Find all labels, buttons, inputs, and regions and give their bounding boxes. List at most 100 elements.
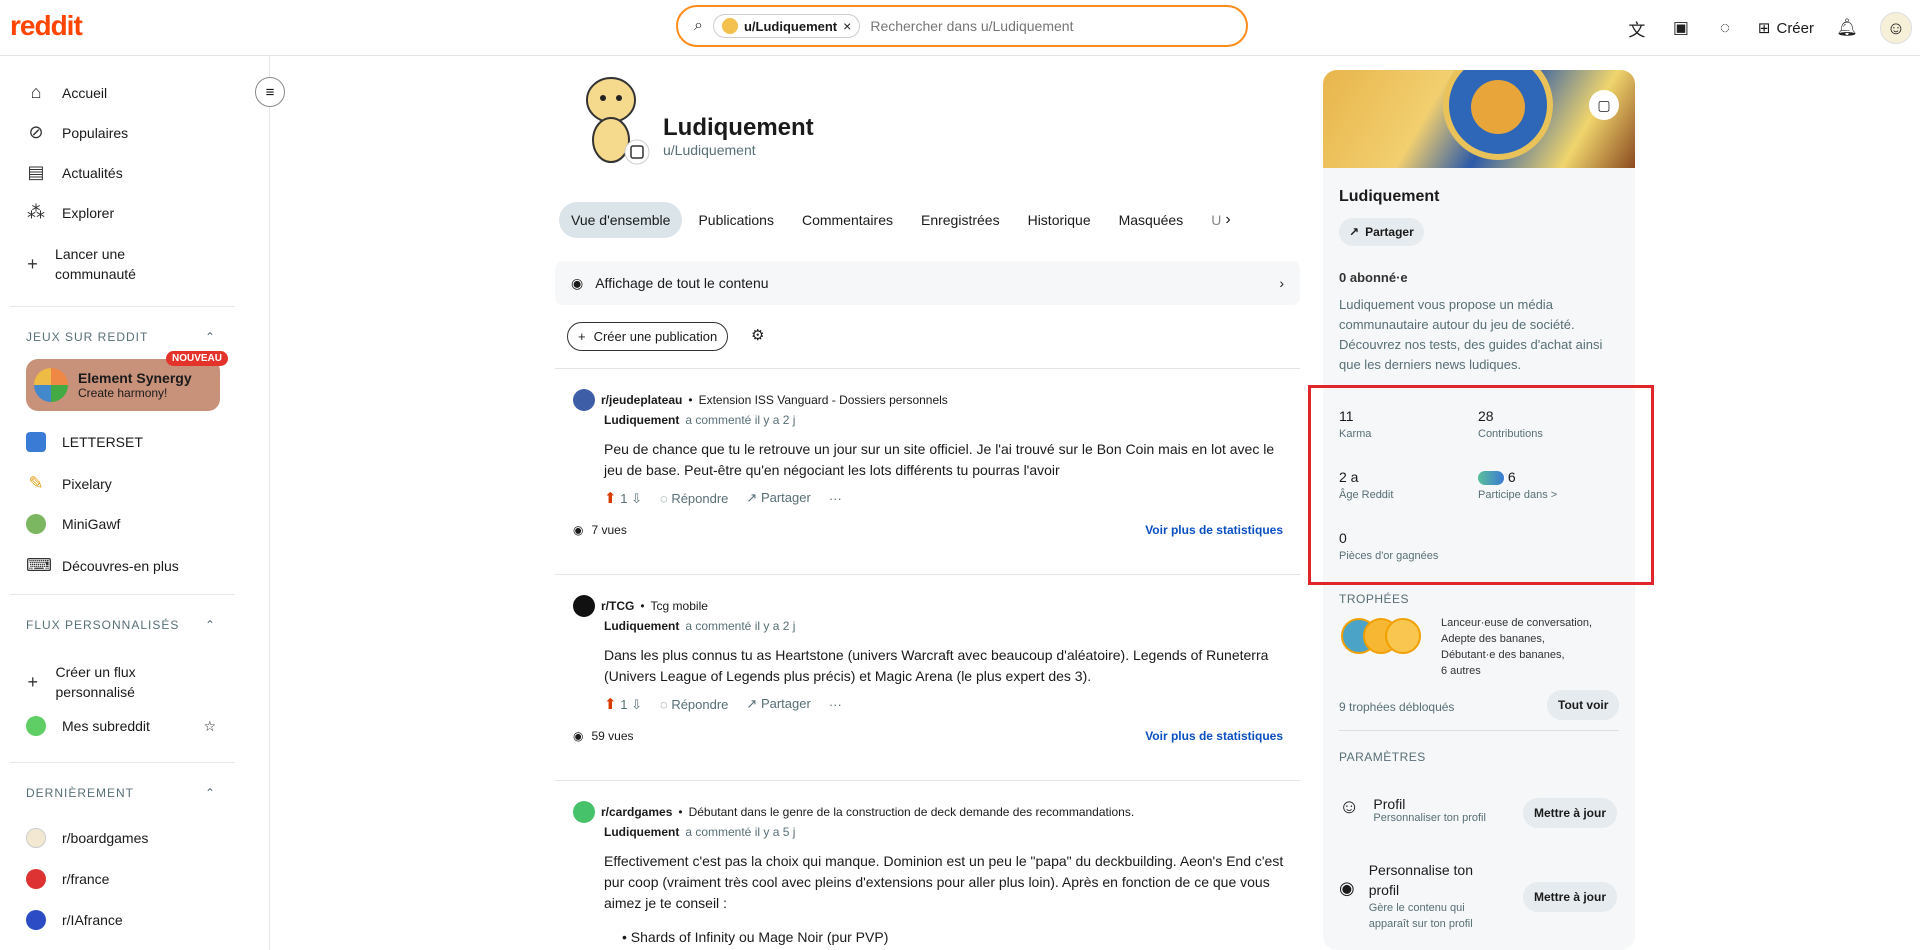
- sidebar-item-letterset[interactable]: LETTERSET: [26, 432, 143, 452]
- translate-icon[interactable]: 文: [1626, 16, 1648, 41]
- divider: [10, 762, 235, 763]
- trophy-name: Lanceur·euse de conversation,: [1441, 617, 1593, 629]
- stats-highlight-box: [1308, 385, 1654, 585]
- content-filter-banner[interactable]: ◉ Affichage de tout le contenu ›: [555, 261, 1300, 305]
- list-item: • Shards of Infinity ou Mage Noir (pur P…: [622, 929, 889, 945]
- search-scope-chip[interactable]: u/Ludiquement ×: [712, 14, 861, 38]
- post-card[interactable]: r/cardgames • Débutant dans le genre de …: [555, 780, 1300, 950]
- reply-button[interactable]: ◌ Répondre: [660, 697, 728, 712]
- sidebar-item-label: Explorer: [62, 204, 115, 221]
- author-link[interactable]: Ludiquement: [604, 413, 679, 427]
- bell-icon[interactable]: 🔔︎: [1836, 18, 1858, 38]
- subreddit-icon: [26, 828, 46, 848]
- post-title[interactable]: Tcg mobile: [651, 599, 708, 613]
- more-stats-link[interactable]: Voir plus de statistiques: [1145, 523, 1283, 537]
- tab-upvoted[interactable]: U: [1199, 202, 1221, 238]
- upvote-icon[interactable]: ⬆: [604, 696, 617, 713]
- timestamp: a commenté il y a 2 j: [685, 619, 796, 633]
- post-card[interactable]: r/jeudeplateau • Extension ISS Vanguard …: [555, 368, 1300, 574]
- trophy-icons: [1341, 618, 1425, 656]
- user-avatar-icon: [721, 18, 738, 34]
- more-options-icon[interactable]: ···: [829, 697, 842, 712]
- see-all-trophies-button[interactable]: Tout voir: [1547, 690, 1620, 720]
- share-profile-button[interactable]: ↗ Partager: [1339, 218, 1424, 246]
- sidebar-item-france[interactable]: r/france: [26, 869, 109, 889]
- explore-icon: ⁂: [27, 202, 45, 222]
- sidebar-item-news[interactable]: ▤ Actualités: [26, 162, 122, 183]
- subreddit-icon: [573, 801, 595, 823]
- update-curate-button[interactable]: Mettre à jour: [1523, 882, 1618, 912]
- chat-icon[interactable]: ◌: [1714, 18, 1736, 38]
- author-link[interactable]: Ludiquement: [604, 619, 679, 633]
- ads-icon[interactable]: ▣: [1670, 18, 1692, 38]
- collapse-sidebar-button[interactable]: ≡: [255, 77, 285, 107]
- subreddit-link[interactable]: r/jeudeplateau: [601, 393, 682, 407]
- recent-section-header[interactable]: DERNIÈREMENT ⌃: [26, 786, 216, 800]
- games-section-header[interactable]: JEUX SUR REDDIT ⌃: [26, 330, 216, 344]
- sidebar-item-create-feed[interactable]: + Créer un flux personnalisé: [26, 662, 166, 702]
- sidebar-item-popular[interactable]: ⊘ Populaires: [26, 122, 128, 143]
- subreddit-icon: [26, 910, 46, 930]
- tab-saved[interactable]: Enregistrées: [909, 202, 1012, 238]
- author-link[interactable]: Ludiquement: [604, 825, 679, 839]
- tab-posts[interactable]: Publications: [686, 202, 786, 238]
- sidebar-item-iafrance[interactable]: r/IAfrance: [26, 910, 123, 930]
- post-card[interactable]: r/TCG • Tcg mobile Ludiquement a commenté…: [555, 574, 1300, 780]
- section-title: DERNIÈREMENT: [26, 786, 135, 800]
- reddit-logo[interactable]: reddit: [10, 10, 83, 42]
- search-icon: ⌕: [694, 17, 703, 34]
- post-title[interactable]: Débutant dans le genre de la constructio…: [689, 805, 1135, 819]
- close-icon[interactable]: ×: [843, 18, 851, 34]
- downvote-icon[interactable]: ⇩: [631, 491, 642, 506]
- search-bar[interactable]: ⌕ u/Ludiquement ×: [676, 5, 1248, 47]
- separator: •: [640, 599, 645, 613]
- more-stats-link[interactable]: Voir plus de statistiques: [1145, 729, 1283, 743]
- avatar[interactable]: ☺: [1880, 12, 1912, 44]
- sidebar-item-label: Accueil: [62, 84, 108, 101]
- subreddit-link[interactable]: r/cardgames: [601, 805, 672, 819]
- sidebar-item-minigawf[interactable]: MiniGawf: [26, 514, 120, 534]
- tab-comments[interactable]: Commentaires: [790, 202, 905, 238]
- featured-game-card[interactable]: Element Synergy Create harmony! NOUVEAU: [26, 351, 228, 411]
- update-profile-button[interactable]: Mettre à jour: [1523, 798, 1618, 828]
- upvote-icon[interactable]: ⬆: [604, 490, 617, 507]
- tab-overview[interactable]: Vue d'ensemble: [559, 202, 683, 238]
- tab-hidden[interactable]: Masquées: [1107, 202, 1196, 238]
- trophy-name: Débutant·e des bananes,: [1441, 649, 1565, 661]
- sidebar-item-my-subreddits[interactable]: Mes subreddit ☆: [26, 716, 216, 736]
- create-post-button[interactable]: + Créer une publication: [567, 322, 729, 351]
- sidebar-item-create-community[interactable]: + Lancer une communauté: [26, 244, 156, 284]
- sidebar-item-pixelary[interactable]: ✎ Pixelary: [26, 473, 112, 494]
- profile-avatar-icon: ☺: [1339, 796, 1360, 818]
- more-options-icon[interactable]: ···: [829, 491, 842, 506]
- subreddit-icon: [573, 389, 595, 411]
- profile-tabs: Vue d'ensemble Publications Commentaires…: [559, 202, 1297, 238]
- create-button[interactable]: ⊞ Créer: [1758, 19, 1814, 38]
- tab-history[interactable]: Historique: [1016, 202, 1103, 238]
- edit-banner-button[interactable]: ▢: [1589, 90, 1619, 120]
- share-button[interactable]: ↗ Partager: [746, 696, 810, 712]
- chevron-up-icon: ⌃: [204, 330, 216, 344]
- post-title[interactable]: Extension ISS Vanguard - Dossiers person…: [699, 393, 948, 407]
- sidebar-item-explore[interactable]: ⁂ Explorer: [26, 202, 114, 223]
- subreddit-link[interactable]: r/TCG: [601, 599, 634, 613]
- chevron-right-icon[interactable]: ›: [1225, 211, 1230, 229]
- star-icon[interactable]: ☆: [203, 718, 216, 735]
- feeds-section-header[interactable]: FLUX PERSONNALISÉS ⌃: [26, 618, 216, 632]
- divider: [1339, 730, 1619, 731]
- sidebar-item-label: Pixelary: [62, 475, 112, 492]
- downvote-icon[interactable]: ⇩: [631, 697, 642, 712]
- eye-icon: ◉: [573, 523, 584, 537]
- post-stats: ◉ 59 vues Voir plus de statistiques: [573, 729, 1283, 743]
- setting-subtitle: Gère le contenu qui apparaît sur ton pro…: [1368, 902, 1473, 930]
- search-input[interactable]: [870, 18, 1246, 34]
- filter-icon[interactable]: ⚙: [751, 326, 764, 344]
- popular-icon: ⊘: [28, 122, 44, 142]
- header-actions: 文 ▣ ◌ ⊞ Créer 🔔︎ ☺: [1626, 0, 1920, 56]
- sidebar-item-boardgames[interactable]: r/boardgames: [26, 828, 148, 848]
- reply-button[interactable]: ◌ Répondre: [660, 491, 728, 506]
- sidebar-item-home[interactable]: ⌂ Accueil: [26, 82, 108, 103]
- view-count: 59 vues: [591, 729, 634, 743]
- share-button[interactable]: ↗ Partager: [746, 490, 810, 506]
- sidebar-item-discover-more[interactable]: ⌨ Découvres-en plus: [26, 555, 179, 576]
